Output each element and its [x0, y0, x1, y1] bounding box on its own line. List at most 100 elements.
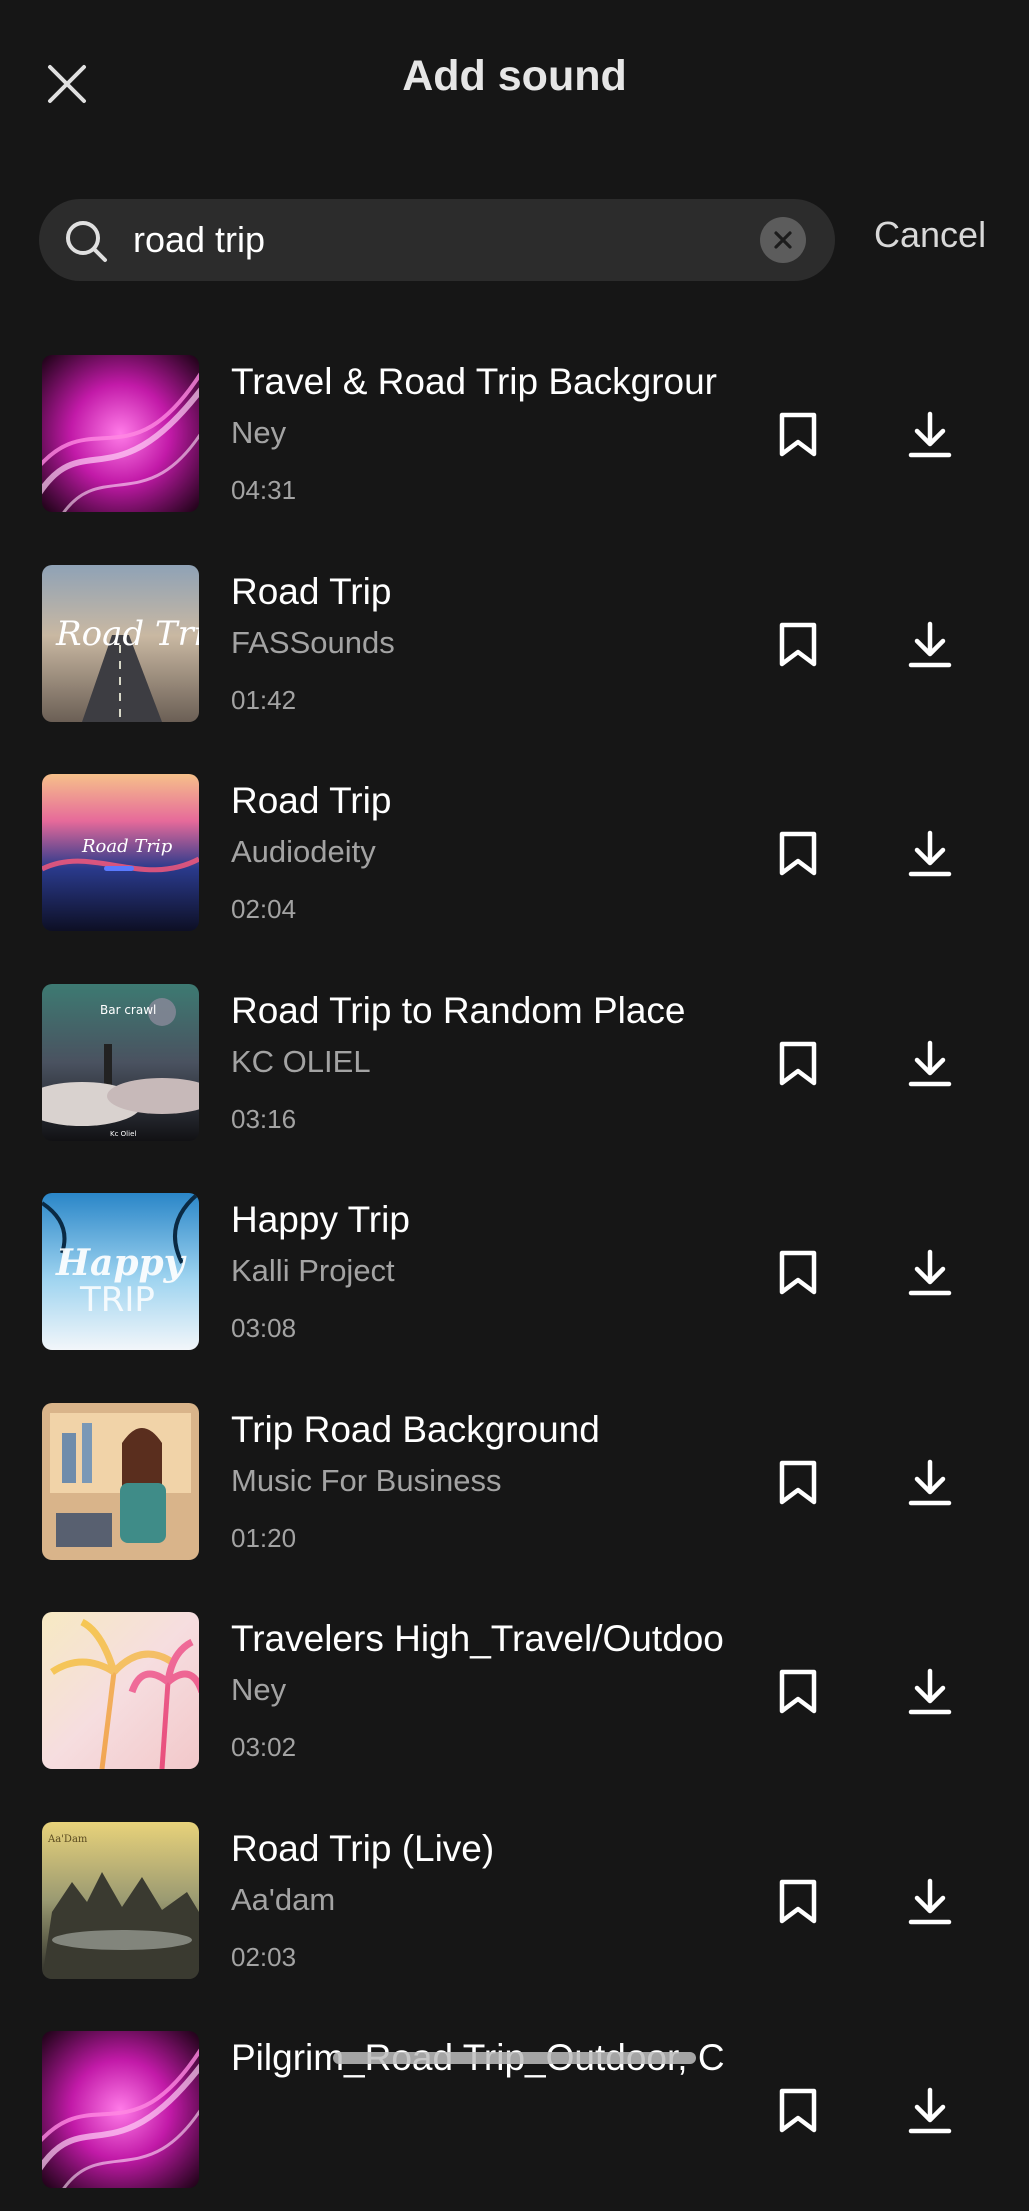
sound-artwork[interactable] — [42, 2031, 199, 2188]
artwork-image: Road Trip — [42, 565, 199, 722]
clear-search-button[interactable] — [760, 217, 806, 263]
sound-title: Travel & Road Trip Backgrour — [231, 361, 717, 402]
search-input[interactable] — [133, 199, 773, 281]
sound-artwork[interactable] — [42, 1403, 199, 1560]
sound-title: Travelers High_Travel/Outdoo — [231, 1618, 724, 1659]
bookmark-button[interactable] — [770, 1455, 826, 1511]
download-button[interactable] — [901, 825, 959, 883]
sound-duration: 02:03 — [231, 1942, 297, 1972]
download-icon — [908, 1459, 952, 1506]
sound-artwork[interactable]: Road Trip — [42, 565, 199, 722]
sound-duration: 04:31 — [231, 475, 297, 505]
bookmark-button[interactable] — [770, 2083, 826, 2139]
sound-duration: 01:42 — [231, 685, 297, 715]
sound-duration: 02:04 — [231, 894, 297, 924]
bookmark-button[interactable] — [770, 407, 826, 463]
sound-row[interactable]: Travel & Road Trip Backgrour Ney 04:31 — [0, 355, 1029, 535]
download-icon — [908, 830, 952, 877]
artwork-image — [42, 1403, 199, 1560]
download-icon — [908, 2087, 952, 2134]
bookmark-icon — [779, 1669, 817, 1714]
sound-artist: Audiodeity — [231, 834, 376, 869]
artwork-image — [42, 2031, 199, 2188]
svg-text:Kc Oliel: Kc Oliel — [110, 1130, 136, 1138]
sound-row[interactable]: Road Trip Road Trip Audiodeity 02:04 — [0, 774, 1029, 954]
sound-artist: Music For Business — [231, 1463, 502, 1498]
download-icon — [908, 411, 952, 458]
bookmark-icon — [779, 622, 817, 667]
sound-artist: FASSounds — [231, 625, 395, 660]
search-icon — [66, 221, 107, 262]
artwork-image: Aa'Dam — [42, 1822, 199, 1979]
artwork-image: Road Trip — [42, 774, 199, 931]
sound-title: Road Trip — [231, 780, 392, 821]
download-button[interactable] — [901, 1454, 959, 1512]
download-button[interactable] — [901, 616, 959, 674]
download-button[interactable] — [901, 1244, 959, 1302]
sound-duration: 01:20 — [231, 1523, 297, 1553]
sound-artist: Aa'dam — [231, 1882, 336, 1917]
svg-text:Bar crawl: Bar crawl — [100, 1003, 156, 1017]
download-button[interactable] — [901, 1873, 959, 1931]
search-bar — [39, 199, 835, 281]
cancel-button[interactable]: Cancel — [874, 214, 986, 256]
bookmark-icon — [779, 1879, 817, 1924]
sound-artist: Kalli Project — [231, 1253, 395, 1288]
sound-title: Road Trip to Random Place — [231, 990, 686, 1031]
sound-list: Travel & Road Trip Backgrour Ney 04:31 Roa… — [0, 0, 1029, 2188]
bookmark-icon — [779, 831, 817, 876]
sound-duration: 03:16 — [231, 1104, 297, 1134]
download-icon — [908, 1878, 952, 1925]
sound-artist: Ney — [231, 1672, 287, 1707]
sound-title: Happy Trip — [231, 1199, 410, 1240]
bookmark-button[interactable] — [770, 1036, 826, 1092]
bookmark-icon — [779, 1041, 817, 1086]
sound-title: Trip Road Background — [231, 1409, 600, 1450]
bookmark-icon — [779, 1250, 817, 1295]
header: Add sound — [0, 0, 1029, 160]
sound-row[interactable]: Bar crawl Kc Oliel Road Trip to Random Pl… — [0, 984, 1029, 1164]
bookmark-button[interactable] — [770, 1874, 826, 1930]
sound-artist: Ney — [231, 415, 287, 450]
artwork-image — [42, 1612, 199, 1769]
sound-artwork[interactable]: Road Trip — [42, 774, 199, 931]
sound-artist: KC OLIEL — [231, 1044, 371, 1079]
bookmark-button[interactable] — [770, 1245, 826, 1301]
svg-text:Road Trip: Road Trip — [81, 836, 173, 857]
svg-text:TRIP: TRIP — [79, 1280, 155, 1320]
bookmark-icon — [779, 1460, 817, 1505]
sound-row[interactable]: Trip Road Background Music For Business 01… — [0, 1403, 1029, 1583]
sound-row[interactable]: Aa'Dam Road Trip (Live) Aa'dam 02:03 — [0, 1822, 1029, 2002]
download-icon — [908, 1040, 952, 1087]
download-icon — [908, 1249, 952, 1296]
bookmark-icon — [779, 412, 817, 457]
download-icon — [908, 621, 952, 668]
sound-artwork[interactable]: Happy TRIP — [42, 1193, 199, 1350]
artwork-image: Bar crawl Kc Oliel — [42, 984, 199, 1141]
svg-text:Road Trip: Road Trip — [55, 614, 199, 654]
sound-artwork[interactable] — [42, 1612, 199, 1769]
download-button[interactable] — [901, 406, 959, 464]
sound-duration: 03:02 — [231, 1732, 297, 1762]
sound-row[interactable]: Road Trip Road Trip FASSounds 01:42 — [0, 565, 1029, 745]
sound-artwork[interactable]: Aa'Dam — [42, 1822, 199, 1979]
bookmark-button[interactable] — [770, 826, 826, 882]
bookmark-button[interactable] — [770, 617, 826, 673]
sound-title: Road Trip — [231, 571, 392, 612]
download-icon — [908, 1668, 952, 1715]
sound-duration: 03:08 — [231, 1313, 297, 1343]
home-indicator — [333, 2052, 696, 2064]
page-title: Add sound — [402, 52, 627, 100]
download-button[interactable] — [901, 1663, 959, 1721]
sound-artwork[interactable]: Bar crawl Kc Oliel — [42, 984, 199, 1141]
artwork-image: Happy TRIP — [42, 1193, 199, 1350]
bookmark-button[interactable] — [770, 1664, 826, 1720]
clear-icon — [774, 231, 792, 249]
sound-row[interactable]: Happy TRIP Happy Trip Kalli Project 03:08 — [0, 1193, 1029, 1373]
sound-row[interactable]: Travelers High_Travel/Outdoo Ney 03:02 — [0, 1612, 1029, 1792]
sound-artwork[interactable] — [42, 355, 199, 512]
download-button[interactable] — [901, 1035, 959, 1093]
svg-text:Happy: Happy — [55, 1242, 187, 1284]
svg-text:Aa'Dam: Aa'Dam — [47, 1834, 88, 1845]
sound-title: Road Trip (Live) — [231, 1828, 495, 1869]
